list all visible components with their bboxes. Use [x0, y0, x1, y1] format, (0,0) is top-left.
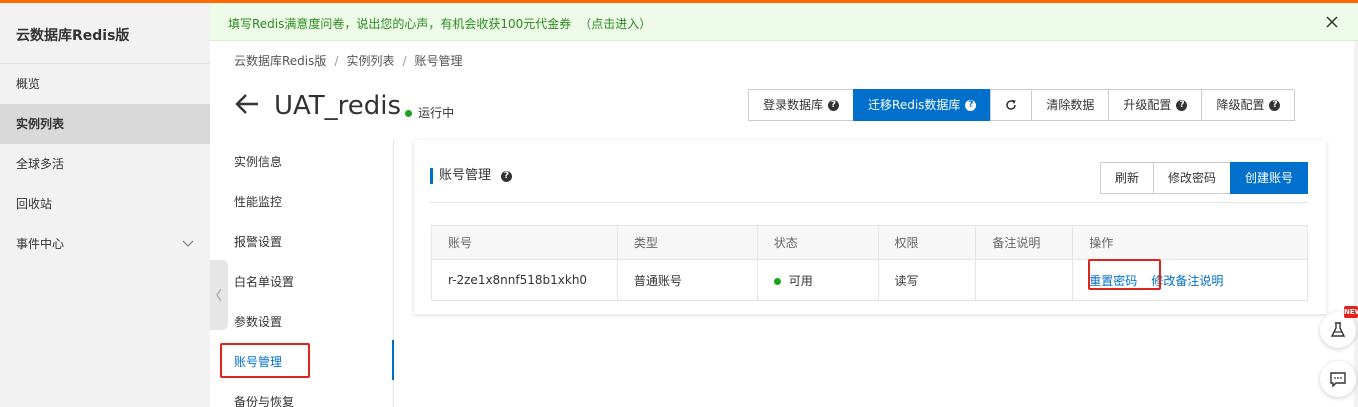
status-text: 可用: [788, 273, 813, 288]
close-icon[interactable]: [1326, 11, 1338, 38]
sidebar-title: 云数据库Redis版: [16, 28, 130, 44]
table-header-row: 账号 类型 状态 权限 备注说明 操作: [431, 225, 1308, 260]
back-arrow-icon[interactable]: [234, 93, 260, 120]
subnav-item-instance-info[interactable]: 实例信息: [234, 142, 282, 182]
subnav-item-account-management[interactable]: 账号管理: [234, 342, 282, 382]
help-icon: ?: [828, 99, 840, 111]
new-badge: NEW: [1344, 306, 1358, 318]
notice-text: 填写Redis满意度问卷，说出您的心声，有机会收获100元代金券 （点击进入）: [228, 15, 651, 32]
notice-message: 填写Redis满意度问卷，说出您的心声，有机会收获100元代金券: [228, 17, 572, 31]
account-card: 账号管理? 刷新 修改密码 创建账号 账号 类型 状态 权限 备注说明 操作 r…: [414, 140, 1326, 314]
sidebar-item-recycle-bin[interactable]: 回收站: [0, 184, 210, 224]
account-permission: 读写: [877, 259, 977, 301]
status-dot-icon: [773, 277, 781, 285]
login-database-button[interactable]: 登录数据库?: [748, 89, 855, 121]
breadcrumb-item-current: 账号管理: [414, 54, 463, 68]
button-label: 迁移Redis数据库: [868, 98, 961, 112]
sidebar-item-label: 事件中心: [16, 237, 65, 251]
column-header: 权限: [877, 225, 977, 260]
status-dot-icon: [405, 109, 413, 117]
refresh-icon-button[interactable]: [990, 89, 1033, 121]
column-header: 账号: [431, 225, 618, 260]
breadcrumb: 云数据库Redis版 / 实例列表 / 账号管理: [234, 54, 463, 68]
downgrade-config-button[interactable]: 降级配置?: [1201, 89, 1296, 121]
create-account-button[interactable]: 创建账号: [1229, 162, 1308, 194]
sidebar-item-instance-list[interactable]: 实例列表: [0, 104, 210, 144]
card-title: 账号管理?: [430, 168, 513, 184]
help-icon: ?: [1269, 99, 1281, 111]
card-actions: 刷新 修改密码 创建账号: [1099, 162, 1308, 194]
help-icon: ?: [1176, 99, 1188, 111]
page-title: UAT_redis: [274, 91, 402, 121]
account-name: r-2ze1x8nnf518b1xkh0: [431, 259, 618, 301]
subnav-item-alarm[interactable]: 报警设置: [234, 222, 282, 262]
help-icon: ?: [965, 99, 977, 111]
button-label: 降级配置: [1216, 98, 1265, 112]
breadcrumb-item[interactable]: 云数据库Redis版: [234, 54, 326, 68]
right-gutter: [1354, 41, 1358, 407]
table-row: r-2ze1x8nnf518b1xkh0 普通账号 可用 读写 重置密码 修改备注…: [431, 259, 1308, 301]
clear-data-button[interactable]: 清除数据: [1031, 89, 1110, 121]
sidebar-item-event-center[interactable]: 事件中心: [0, 224, 210, 264]
account-status: 可用: [756, 259, 879, 301]
chevron-down-icon: [182, 224, 194, 280]
page-header: UAT_redis 运行中: [234, 88, 454, 124]
column-header: 备注说明: [975, 225, 1074, 260]
change-password-button[interactable]: 修改密码: [1152, 162, 1231, 194]
instance-actions: 登录数据库? 迁移Redis数据库? 清除数据 升级配置? 降级配置?: [748, 89, 1296, 121]
column-header: 状态: [756, 225, 879, 260]
migrate-redis-button[interactable]: 迁移Redis数据库?: [853, 89, 992, 121]
column-header: 操作: [1072, 225, 1308, 260]
breadcrumb-item[interactable]: 实例列表: [346, 54, 394, 68]
card-divider: [430, 202, 1308, 203]
notice-banner: 填写Redis满意度问卷，说出您的心声，有机会收获100元代金券 （点击进入）: [210, 3, 1358, 41]
sidebar-item-global-active[interactable]: 全球多活: [0, 144, 210, 184]
sidebar-item-overview[interactable]: 概览: [0, 64, 210, 104]
subnav-item-monitoring[interactable]: 性能监控: [234, 182, 282, 222]
account-operations: 重置密码 修改备注说明: [1072, 259, 1308, 301]
notice-link[interactable]: （点击进入）: [579, 17, 651, 31]
card-title-text: 账号管理: [439, 168, 492, 183]
account-type: 普通账号: [616, 259, 758, 301]
subnav-item-whitelist[interactable]: 白名单设置: [234, 262, 294, 302]
reset-password-link[interactable]: 重置密码: [1089, 274, 1137, 288]
account-remark: [975, 259, 1074, 301]
subnav-item-parameters[interactable]: 参数设置: [234, 302, 282, 342]
account-table: 账号 类型 状态 权限 备注说明 操作 r-2ze1x8nnf518b1xkh0…: [431, 225, 1308, 301]
upgrade-config-button[interactable]: 升级配置?: [1108, 89, 1203, 121]
column-header: 类型: [616, 225, 758, 260]
subnav-item-backup[interactable]: 备份与恢复: [234, 382, 294, 407]
sidebar: 云数据库Redis版 概览 实例列表 全球多活 回收站 事件中心: [0, 3, 210, 407]
help-icon[interactable]: ?: [501, 170, 513, 182]
refresh-button[interactable]: 刷新: [1099, 162, 1154, 194]
instance-status: 运行中: [418, 105, 455, 120]
subnav-active-indicator: [392, 340, 394, 380]
refresh-icon: [1006, 99, 1017, 110]
button-label: 升级配置: [1123, 98, 1172, 112]
button-label: 登录数据库: [763, 98, 824, 112]
chat-icon[interactable]: [1320, 361, 1356, 397]
app-root: 云数据库Redis版 概览 实例列表 全球多活 回收站 事件中心 填写Redis…: [0, 0, 1358, 407]
instance-subnav: 实例信息 性能监控 报警设置 白名单设置 参数设置 账号管理 备份与恢复: [210, 140, 394, 407]
edit-remark-link[interactable]: 修改备注说明: [1151, 274, 1223, 288]
